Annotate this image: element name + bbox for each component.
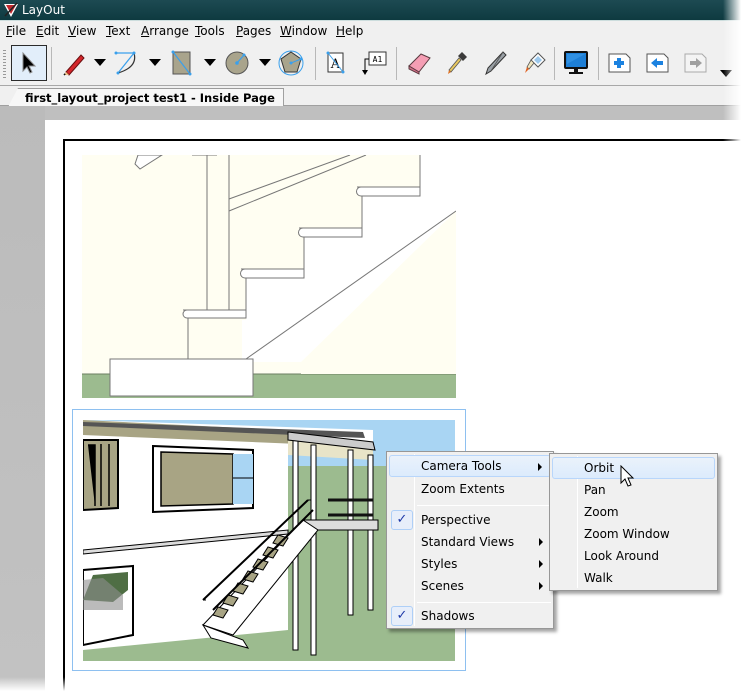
eyedropper-icon [448, 52, 467, 74]
menu-item-styles[interactable]: Styles [389, 553, 551, 575]
menu-item-label: Walk [584, 571, 613, 585]
pencil-tool-button[interactable] [56, 45, 92, 81]
menu-item-shadows[interactable]: ✓ Shadows [389, 605, 551, 627]
menu-help[interactable]: Help [336, 24, 363, 38]
stair-elevation-viewport[interactable] [82, 155, 456, 398]
toolbar-separator [598, 47, 599, 80]
menu-item-walk[interactable]: Walk [552, 567, 715, 589]
pencil-dropdown-arrow[interactable] [94, 59, 106, 66]
circle-dropdown-arrow[interactable] [259, 59, 271, 66]
document-tab[interactable]: first_layout_project test1 - Inside Page [8, 88, 284, 107]
menu-tools[interactable]: Tools [195, 24, 225, 38]
menu-item-label: Zoom Extents [421, 482, 505, 496]
submenu-arrow-icon [539, 538, 543, 546]
add-page-button[interactable] [602, 45, 638, 81]
polygon-icon [278, 50, 304, 76]
menu-item-label: Orbit [584, 461, 615, 475]
circle-icon [225, 51, 249, 75]
previous-page-icon [646, 53, 669, 73]
menu-item-standard-views[interactable]: Standard Views [389, 531, 551, 553]
mouse-pointer-icon [620, 465, 635, 487]
add-page-icon [608, 53, 631, 73]
menu-arrange[interactable]: Arrange [141, 24, 189, 38]
menu-edit[interactable]: Edit [36, 24, 59, 38]
label-tool-button[interactable]: A1 [356, 45, 392, 81]
menu-separator [417, 505, 551, 506]
toolbar-grip[interactable] [3, 50, 6, 80]
title-bar: LayOut [0, 0, 741, 20]
presentation-button[interactable] [558, 45, 594, 81]
menu-item-label: Look Around [584, 549, 659, 563]
menu-item-zoom[interactable]: Zoom [552, 501, 715, 523]
rectangle-tool-button[interactable] [164, 45, 200, 81]
document-tab-strip: first_layout_project test1 - Inside Page [0, 86, 741, 107]
layout-app-icon [4, 2, 18, 17]
svg-text:A: A [330, 57, 341, 72]
text-icon: A [326, 51, 345, 74]
menu-item-label: Zoom [584, 505, 619, 519]
checkmark-icon: ✓ [391, 606, 413, 626]
menu-window[interactable]: Window [280, 24, 327, 38]
style-tool-button[interactable] [440, 45, 476, 81]
submenu-arrow-icon [539, 582, 543, 590]
menu-view[interactable]: View [68, 24, 96, 38]
menu-item-label: Pan [584, 483, 606, 497]
eraser-icon [408, 53, 431, 75]
arc-icon [114, 51, 136, 75]
submenu-arrow-icon [538, 463, 542, 471]
checkmark-icon: ✓ [391, 510, 413, 530]
glue-bottle-icon [525, 52, 546, 73]
previous-page-button[interactable] [640, 45, 676, 81]
toolbar-separator [396, 47, 397, 80]
toolbar-separator [554, 47, 555, 80]
join-tool-button[interactable] [516, 45, 552, 81]
menu-item-look-around[interactable]: Look Around [552, 545, 715, 567]
menu-item-label: Standard Views [421, 535, 515, 549]
menu-item-label: Perspective [421, 513, 491, 527]
menu-item-label: Shadows [421, 609, 475, 623]
pencil-icon [63, 54, 85, 76]
menu-pages[interactable]: Pages [236, 24, 271, 38]
arrow-cursor-icon [22, 51, 37, 74]
toolbar-separator [315, 47, 316, 80]
monitor-icon [564, 51, 588, 74]
menu-item-perspective[interactable]: ✓ Perspective [389, 509, 551, 531]
main-toolbar: A A1 [0, 42, 741, 86]
menu-item-camera-tools[interactable]: Camera Tools [389, 455, 551, 477]
split-tool-button[interactable] [478, 45, 514, 81]
split-blade-icon [485, 51, 507, 76]
next-page-icon [684, 53, 707, 73]
toolbar-separator [51, 47, 52, 80]
window-title: LayOut [22, 3, 65, 17]
text-tool-button[interactable]: A [318, 45, 354, 81]
arc-tool-button[interactable] [108, 45, 144, 81]
rectangle-icon [171, 50, 192, 76]
label-icon: A1 [362, 51, 387, 75]
menu-item-scenes[interactable]: Scenes [389, 575, 551, 597]
submenu-arrow-icon [539, 560, 543, 568]
rectangle-dropdown-arrow[interactable] [204, 59, 216, 66]
menu-separator [417, 602, 551, 603]
polygon-tool-button[interactable] [273, 45, 309, 81]
menu-item-label: Scenes [421, 579, 464, 593]
menu-bar: File Edit View Text Arrange Tools Pages … [0, 20, 741, 42]
eraser-tool-button[interactable] [401, 45, 437, 81]
menu-file[interactable]: File [6, 24, 26, 38]
select-tool-button[interactable] [11, 45, 47, 81]
svg-text:A1: A1 [373, 55, 383, 64]
menu-item-label: Zoom Window [584, 527, 670, 541]
arc-dropdown-arrow[interactable] [149, 59, 161, 66]
menu-item-zoom-extents[interactable]: Zoom Extents [389, 478, 551, 500]
circle-tool-button[interactable] [219, 45, 255, 81]
menu-item-zoom-window[interactable]: Zoom Window [552, 523, 715, 545]
menu-text[interactable]: Text [106, 24, 130, 38]
toolbar-overflow-arrow[interactable] [720, 70, 732, 77]
workspace-margin [0, 106, 45, 691]
menu-item-label: Camera Tools [421, 459, 502, 473]
next-page-button[interactable] [678, 45, 714, 81]
context-menu: Camera Tools Zoom Extents ✓ Perspective … [386, 451, 554, 629]
menu-item-label: Styles [421, 557, 458, 571]
